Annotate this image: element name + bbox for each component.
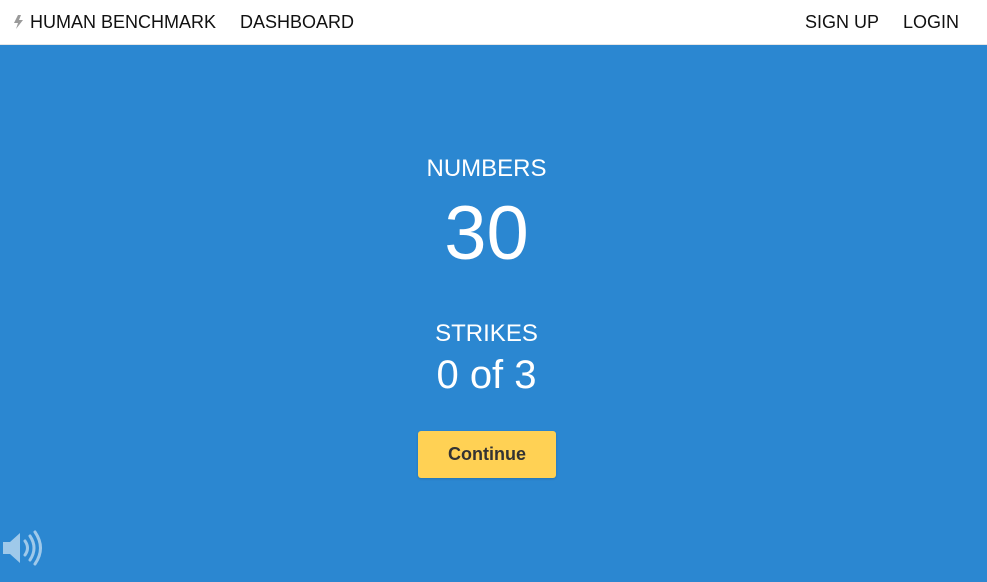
- game-area: NUMBERS 30 STRIKES 0 of 3 Continue: [0, 45, 987, 582]
- login-link[interactable]: LOGIN: [903, 12, 959, 33]
- continue-button[interactable]: Continue: [418, 431, 556, 478]
- nav-right-group: SIGN UP LOGIN: [781, 0, 959, 44]
- top-navigation-bar: HUMAN BENCHMARK DASHBOARD SIGN UP LOGIN: [0, 0, 987, 45]
- game-title: NUMBERS: [426, 155, 547, 182]
- dashboard-link[interactable]: DASHBOARD: [240, 12, 354, 33]
- level-number: 30: [444, 191, 529, 276]
- strikes-label: STRIKES: [435, 320, 538, 347]
- brand-link[interactable]: HUMAN BENCHMARK: [30, 12, 216, 33]
- strikes-value: 0 of 3: [436, 353, 537, 397]
- sign-up-link[interactable]: SIGN UP: [805, 12, 879, 33]
- nav-left-group: HUMAN BENCHMARK DASHBOARD: [12, 0, 354, 44]
- speaker-volume-icon[interactable]: [1, 529, 45, 567]
- lightning-bolt-icon[interactable]: [12, 14, 26, 30]
